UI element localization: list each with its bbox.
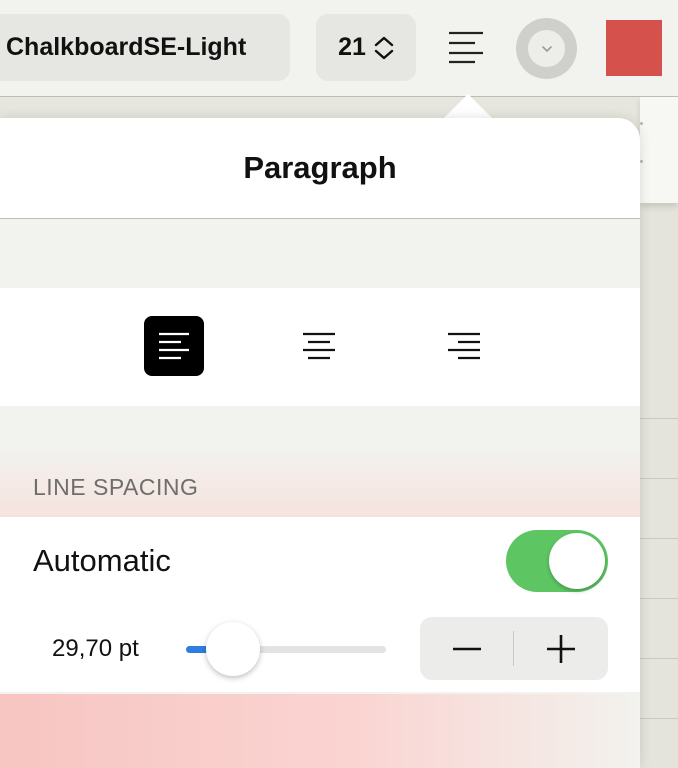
align-center-button[interactable] (289, 316, 349, 376)
plus-icon (547, 634, 575, 663)
align-center-icon (303, 332, 335, 360)
align-right-icon (448, 332, 480, 360)
line-spacing-stepper (420, 617, 608, 680)
page-dot (640, 160, 643, 163)
page-dot (640, 122, 643, 125)
automatic-toggle[interactable] (506, 530, 608, 592)
align-left-button[interactable] (144, 316, 204, 376)
chevron-down-icon (541, 45, 552, 52)
decrease-button[interactable] (420, 617, 514, 680)
background-tint (0, 694, 640, 768)
increase-button[interactable] (514, 617, 608, 680)
paragraph-align-icon[interactable] (448, 30, 484, 64)
alignment-row (0, 288, 640, 406)
font-size-button[interactable]: 21 (316, 14, 416, 81)
color-picker-inner (528, 30, 565, 67)
chevron-up-down-icon (374, 36, 394, 59)
align-left-icon (159, 332, 189, 360)
align-right-button[interactable] (434, 316, 494, 376)
automatic-label: Automatic (33, 543, 171, 578)
current-color-swatch[interactable] (606, 20, 662, 76)
formatting-toolbar: ChalkboardSE-Light 21 (0, 0, 678, 97)
line-spacing-section-label: LINE SPACING (33, 474, 199, 500)
page-ruled-line (640, 418, 678, 419)
toggle-knob (549, 533, 605, 589)
page-ruled-line (640, 538, 678, 539)
line-spacing-value: 29,70 pt (52, 635, 139, 662)
font-picker-button[interactable]: ChalkboardSE-Light (0, 14, 290, 81)
font-name-label: ChalkboardSE-Light (6, 33, 247, 61)
popover-header: Paragraph (0, 118, 640, 219)
page-ruled-line (640, 718, 678, 719)
popover-title: Paragraph (243, 150, 397, 185)
page-ruled-line (640, 658, 678, 659)
page-ruled-line (640, 478, 678, 479)
line-spacing-group: Automatic 29,70 pt (0, 517, 640, 692)
page-ruled-line (640, 598, 678, 599)
paragraph-popover: Paragraph LINE SPACING Automatic 29,70 p… (0, 118, 640, 768)
slider-thumb[interactable] (206, 622, 260, 676)
minus-icon (453, 647, 481, 650)
text-color-picker-button[interactable] (516, 18, 577, 79)
font-size-value: 21 (338, 33, 366, 61)
document-page-strip (640, 97, 678, 203)
popover-arrow (444, 94, 492, 118)
